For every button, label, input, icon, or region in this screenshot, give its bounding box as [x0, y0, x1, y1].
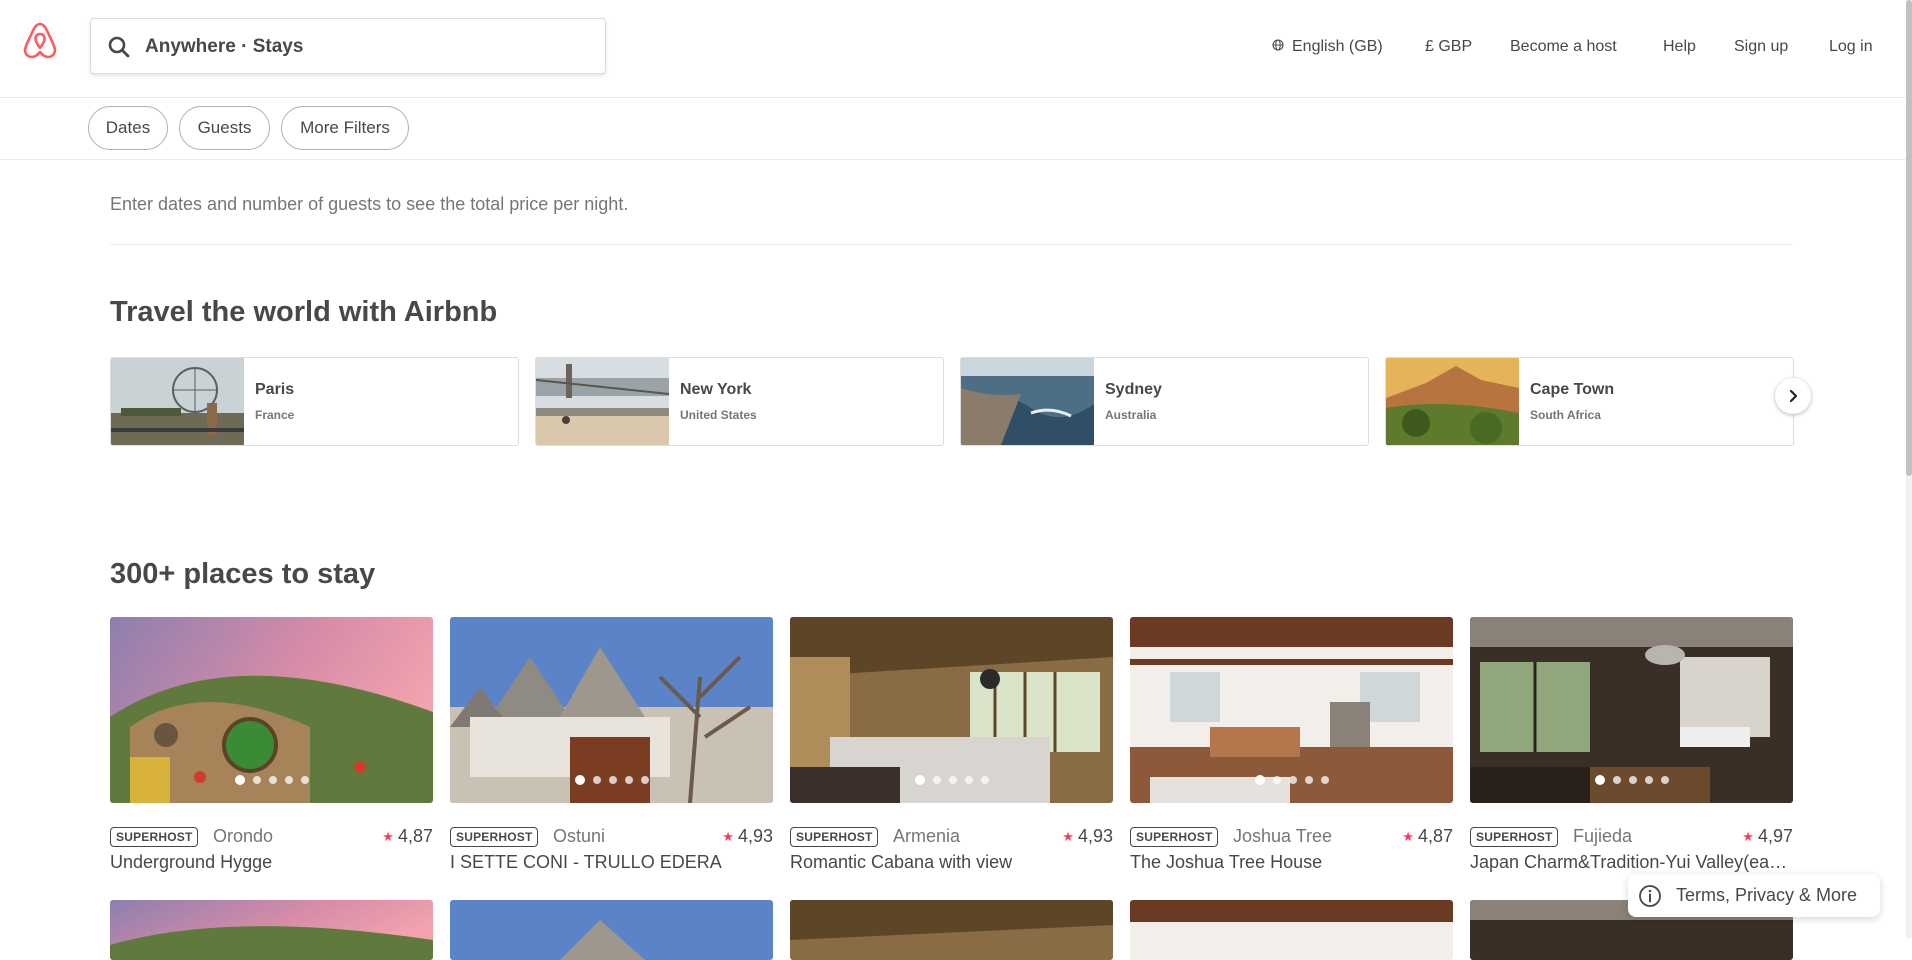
listing-rating: ★ 4,87 — [1402, 826, 1453, 846]
destination-thumbnail — [1386, 358, 1519, 445]
price-notice: Enter dates and number of guests to see … — [110, 194, 629, 214]
listing-location: Joshua Tree — [1233, 826, 1333, 846]
destination-thumbnail — [111, 358, 244, 445]
photo-pagination[interactable] — [790, 775, 1113, 785]
photo-pagination[interactable] — [110, 775, 433, 785]
listing-location: Fujieda — [1573, 826, 1633, 846]
superhost-badge: SUPERHOST — [1130, 827, 1219, 847]
destination-country: Australia — [1105, 408, 1157, 422]
chevron-right-icon — [1789, 389, 1798, 403]
destination-city: New York — [680, 381, 752, 398]
help-link[interactable]: Help — [1663, 38, 1696, 56]
listing-card[interactable]: SUPERHOST Ostuni ★ 4,93 I SETTE CONI - TR… — [450, 617, 773, 873]
superhost-badge: SUPERHOST — [790, 827, 879, 847]
listing-card[interactable]: SUPERHOST Fujieda ★ 4,97 Japan Charm&Trad… — [1470, 617, 1793, 873]
listing-photo[interactable] — [790, 617, 1113, 803]
listing-photo-partial[interactable] — [450, 900, 773, 960]
photo-pagination[interactable] — [1130, 775, 1453, 785]
top-header: Anywhere · Stays English (GB) £ GBP Beco… — [0, 0, 1906, 98]
photo-pagination[interactable] — [1470, 775, 1793, 785]
listing-rating: ★ 4,97 — [1742, 826, 1793, 846]
listing-rating: ★ 4,87 — [382, 826, 433, 846]
listing-photo-partial[interactable] — [110, 900, 433, 960]
superhost-badge: SUPERHOST — [450, 827, 539, 847]
listing-name[interactable]: Japan Charm&Tradition-Yui Valley(easy ..… — [1470, 852, 1793, 873]
star-icon: ★ — [382, 829, 394, 844]
guests-filter-button[interactable]: Guests — [179, 106, 270, 150]
destination-country: United States — [680, 408, 757, 422]
listing-card[interactable]: SUPERHOST Orondo ★ 4,87 Underground Hygge — [110, 617, 433, 873]
search-input-text[interactable]: Anywhere · Stays — [145, 36, 303, 58]
travel-section-title: Travel the world with Airbnb — [110, 296, 498, 328]
destination-country: France — [255, 408, 295, 422]
filter-bar: Dates Guests More Filters — [0, 98, 1906, 160]
dates-filter-button[interactable]: Dates — [88, 106, 168, 150]
globe-icon — [1272, 39, 1284, 51]
listing-photo[interactable] — [1470, 617, 1793, 803]
listing-name[interactable]: I SETTE CONI - TRULLO EDERA — [450, 852, 773, 873]
search-bar[interactable]: Anywhere · Stays — [90, 18, 606, 74]
listing-rating: ★ 4,93 — [1062, 826, 1113, 846]
log-in-link[interactable]: Log in — [1829, 38, 1873, 56]
destination-city: Sydney — [1105, 381, 1162, 398]
listing-name[interactable]: Underground Hygge — [110, 852, 433, 873]
listing-rating: ★ 4,93 — [722, 826, 773, 846]
star-icon: ★ — [722, 829, 734, 844]
destination-card-sydney[interactable]: Sydney Australia — [960, 357, 1369, 446]
photo-pagination[interactable] — [450, 775, 773, 785]
listing-photo[interactable] — [450, 617, 773, 803]
listing-location: Orondo — [213, 826, 274, 846]
airbnb-logo[interactable] — [20, 20, 60, 60]
listing-card[interactable]: SUPERHOST Armenia ★ 4,93 Romantic Cabana … — [790, 617, 1113, 873]
star-icon: ★ — [1742, 829, 1754, 844]
destination-card-paris[interactable]: Paris France — [110, 357, 519, 446]
language-selector[interactable]: English (GB) — [1272, 38, 1383, 56]
destination-city: Cape Town — [1530, 381, 1615, 398]
sign-up-link[interactable]: Sign up — [1734, 38, 1788, 56]
destination-city: Paris — [255, 381, 295, 398]
more-filters-button[interactable]: More Filters — [281, 106, 409, 150]
search-icon — [108, 36, 130, 58]
carousel-next-button[interactable] — [1775, 378, 1811, 414]
become-host-link[interactable]: Become a host — [1510, 38, 1617, 56]
listing-card[interactable]: SUPERHOST Joshua Tree ★ 4,87 The Joshua T… — [1130, 617, 1453, 873]
places-section-title: 300+ places to stay — [110, 558, 376, 590]
listing-photo[interactable] — [110, 617, 433, 803]
listing-location: Ostuni — [553, 826, 606, 846]
star-icon: ★ — [1062, 829, 1074, 844]
listing-name[interactable]: Romantic Cabana with view — [790, 852, 1113, 873]
destination-card-cape-town[interactable]: Cape Town South Africa — [1385, 357, 1794, 446]
superhost-badge: SUPERHOST — [1470, 827, 1559, 847]
destination-thumbnail — [961, 358, 1094, 445]
terms-privacy-button[interactable]: Terms, Privacy & More — [1628, 874, 1880, 917]
star-icon: ★ — [1402, 829, 1414, 844]
listing-photo-partial[interactable] — [1130, 900, 1453, 960]
language-label: English (GB) — [1292, 38, 1383, 55]
section-divider — [110, 244, 1793, 245]
info-icon — [1639, 884, 1661, 907]
destination-country: South Africa — [1530, 408, 1601, 422]
listing-location: Armenia — [893, 826, 961, 846]
currency-selector[interactable]: £ GBP — [1425, 38, 1472, 56]
scrollbar-thumb[interactable] — [1906, 0, 1912, 476]
listing-photo[interactable] — [1130, 617, 1453, 803]
listing-photo-partial[interactable] — [790, 900, 1113, 960]
page-scrollbar[interactable] — [1906, 0, 1912, 938]
superhost-badge: SUPERHOST — [110, 827, 199, 847]
destination-card-new-york[interactable]: New York United States — [535, 357, 944, 446]
listing-name[interactable]: The Joshua Tree House — [1130, 852, 1453, 873]
terms-label: Terms, Privacy & More — [1676, 885, 1858, 905]
destination-thumbnail — [536, 358, 669, 445]
